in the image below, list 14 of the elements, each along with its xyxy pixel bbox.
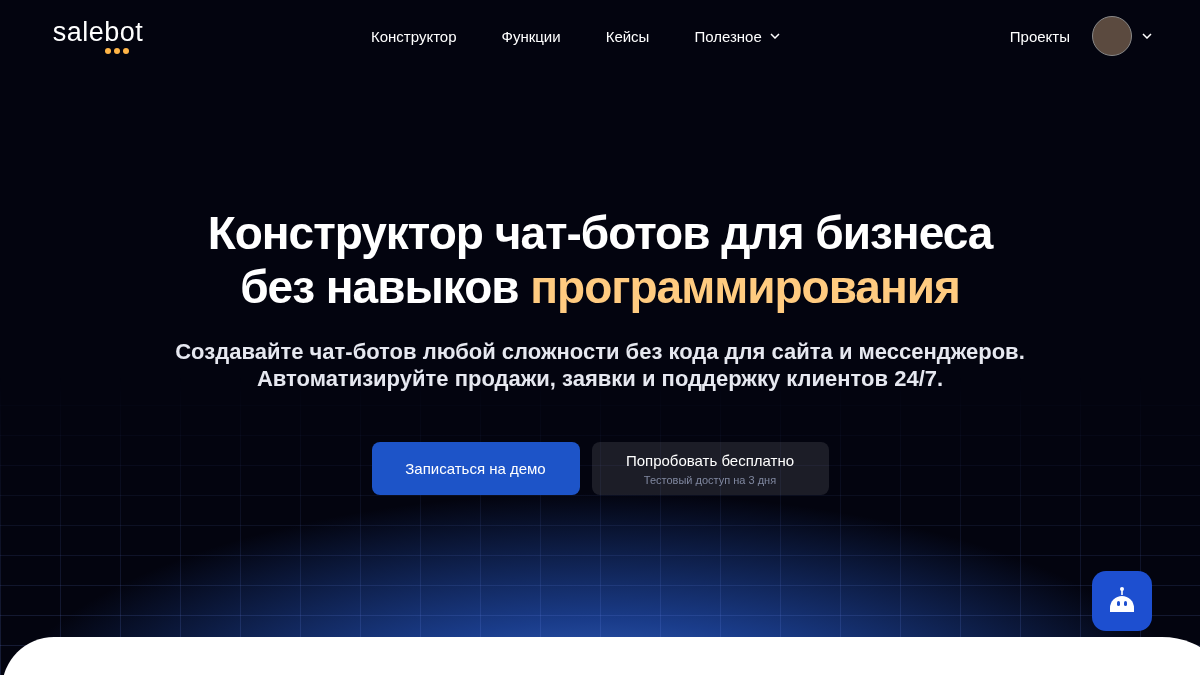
nav-link[interactable]: Полезное [694,27,780,45]
nav-link[interactable]: Кейсы [605,27,650,45]
demo-button[interactable]: Записаться на демо [371,442,580,495]
chevron-down-icon [769,33,780,39]
nav-link[interactable]: Конструктор [371,27,457,45]
hero-title: Конструктор чат-ботов для бизнеса без навыков программирования [207,206,993,314]
avatar[interactable] [1092,16,1132,56]
hero-subtitle: Создавайте чат-ботов любой сложности без кода для сайта и мессенджеров. Автоматизируйте продажи, заявки и поддержку клиентов 24/7. [175,338,1025,392]
projects-link[interactable]: Проекты [1009,27,1070,45]
free-trial-button[interactable]: Попробовать бесплатно Тестовый доступ на 3 дня [591,442,829,495]
salebot-logo[interactable]: salebot [42,18,154,54]
nav-link[interactable]: Функции [501,27,561,45]
chevron-down-icon[interactable] [1142,33,1152,39]
chat-bot-button[interactable] [1092,571,1152,631]
